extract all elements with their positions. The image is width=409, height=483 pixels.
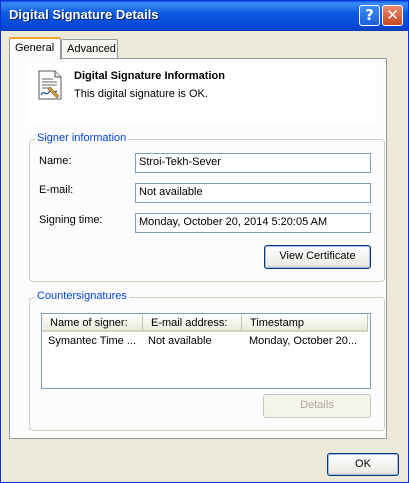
window-title: Digital Signature Details: [9, 7, 159, 22]
row-email-address: Not available: [148, 335, 212, 347]
signature-info-heading: Digital Signature Information: [74, 70, 225, 82]
row-signer-name: Symantec Time ...: [48, 335, 137, 347]
column-header-name-of-signer[interactable]: Name of signer:: [42, 314, 143, 332]
email-field[interactable]: Not available: [135, 183, 371, 203]
title-bar[interactable]: Digital Signature Details ? ✕: [1, 1, 408, 31]
column-header-email-address[interactable]: E-mail address:: [143, 314, 242, 332]
ok-button[interactable]: OK: [327, 453, 399, 476]
signing-time-field[interactable]: Monday, October 20, 2014 5:20:05 AM: [135, 213, 371, 233]
name-field[interactable]: Stroi-Tekh-Sever: [135, 153, 371, 173]
digital-signature-details-dialog: Digital Signature Details ? ✕ General Ad…: [0, 0, 409, 483]
signer-information-legend: Signer information: [35, 132, 129, 144]
row-timestamp: Monday, October 20...: [249, 335, 358, 347]
tab-general-label: General: [15, 42, 55, 54]
certificate-document-icon: [37, 70, 63, 100]
email-label: E-mail:: [39, 184, 74, 196]
view-certificate-button[interactable]: View Certificate: [264, 245, 371, 269]
help-button[interactable]: ?: [359, 5, 380, 26]
countersignatures-legend: Countersignatures: [35, 290, 129, 302]
signing-time-label: Signing time:: [39, 214, 103, 226]
name-label: Name:: [39, 155, 72, 167]
details-button[interactable]: Details: [263, 394, 371, 418]
countersignatures-list[interactable]: Name of signer: E-mail address: Timestam…: [41, 313, 371, 389]
column-header-timestamp[interactable]: Timestamp: [242, 314, 368, 332]
tab-advanced-label: Advanced: [67, 43, 116, 55]
close-button[interactable]: ✕: [382, 5, 403, 26]
tab-advanced[interactable]: Advanced: [61, 39, 118, 59]
tab-general[interactable]: General: [9, 37, 61, 60]
signature-status-text: This digital signature is OK.: [74, 88, 208, 100]
